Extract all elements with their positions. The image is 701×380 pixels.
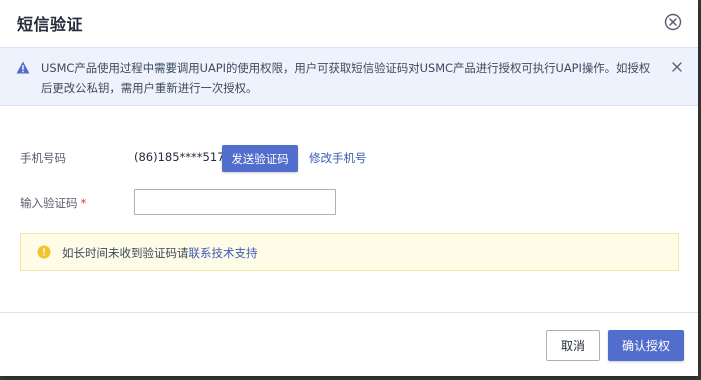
close-icon[interactable] <box>671 61 683 73</box>
phone-number: (86)185****5176 <box>134 150 232 164</box>
notice-bar: 如长时间未收到验证码请联系技术支持 <box>20 233 679 271</box>
notice-message: 如长时间未收到验证码请联系技术支持 <box>62 245 258 261</box>
send-code-button[interactable]: 发送验证码 <box>222 145 298 172</box>
footer-divider <box>0 312 698 313</box>
info-alert: USMC产品使用过程中需要调用UAPI的使用权限，用户可获取短信验证码对USMC… <box>0 47 698 106</box>
verification-code-input[interactable] <box>134 189 336 215</box>
code-label: 输入验证码 <box>20 196 78 210</box>
cancel-button[interactable]: 取消 <box>546 330 600 361</box>
warning-triangle-icon <box>16 61 30 74</box>
alert-message: USMC产品使用过程中需要调用UAPI的使用权限，用户可获取短信验证码对USMC… <box>41 61 651 95</box>
notice-text: 如长时间未收到验证码请 <box>62 246 189 260</box>
phone-label: 手机号码 <box>20 151 66 165</box>
info-circle-icon <box>37 245 51 259</box>
sms-verification-dialog: 短信验证 USMC产品使用过程中需要调用UAPI的使用权限，用户可获取短信验证码… <box>0 0 698 376</box>
contact-support-link[interactable]: 联系技术支持 <box>189 246 258 260</box>
dialog-title: 短信验证 <box>17 15 84 34</box>
close-circle-icon[interactable] <box>664 13 682 31</box>
modify-phone-link[interactable]: 修改手机号 <box>309 150 367 166</box>
required-mark: * <box>80 196 87 210</box>
dialog-header: 短信验证 <box>0 0 698 46</box>
code-label-row: 输入验证码 * <box>20 195 86 211</box>
confirm-authorize-button[interactable]: 确认授权 <box>608 330 684 361</box>
